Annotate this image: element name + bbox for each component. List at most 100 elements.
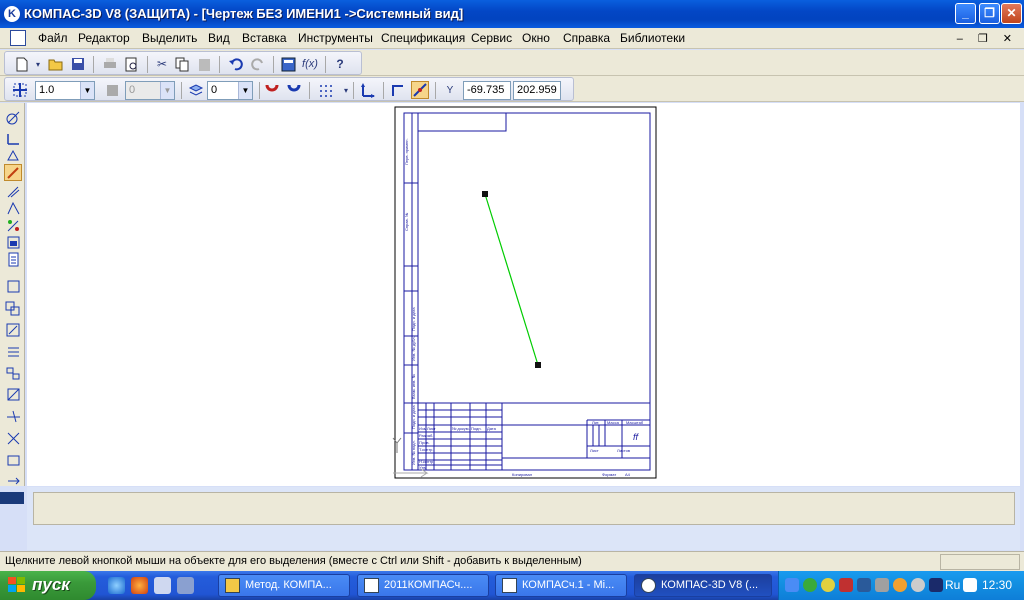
scale-combo[interactable]: 1.0 ▼ [35,81,95,100]
menu-view[interactable]: Вид [208,31,230,45]
print-preview-icon[interactable] [123,55,141,73]
paste-icon[interactable] [195,55,213,73]
quicklaunch-app-icon[interactable] [177,577,194,594]
task-button-active[interactable]: КОМПАС-3D V8 (... [634,574,772,597]
help-cursor-icon[interactable]: ? [331,55,349,73]
panel-toggle-icon[interactable] [0,492,24,504]
task-button[interactable]: 2011КОМПАСч.... [357,574,489,597]
mdi-window-controls[interactable]: ‒ ❐ ✕ [957,32,1018,45]
ie-quicklaunch-icon[interactable] [108,577,125,594]
macro-icon[interactable] [4,386,22,403]
specification-icon[interactable] [4,251,22,268]
symbols-icon[interactable] [4,147,22,164]
grid-icon[interactable] [317,81,335,99]
drawing-canvas[interactable]: Перв. примен. Справ. № Подп. и дата Инв.… [27,103,1020,486]
start-button[interactable]: пуск [0,571,96,600]
print-icon[interactable] [101,55,119,73]
variables-icon[interactable]: f(x) [301,55,319,73]
state-layer-icon[interactable] [103,81,121,99]
new-dropdown-icon[interactable]: ▾ [29,55,47,73]
document-menu-icon[interactable] [10,30,26,46]
task-button[interactable]: Метод. КОМПА... [218,574,350,597]
y-coordinate-field[interactable]: 202.959 [513,81,561,100]
redo-icon[interactable] [249,55,267,73]
chevron-down-icon[interactable]: ▼ [80,82,94,99]
copy-objects-icon[interactable] [4,300,22,317]
toolbar-separator [309,82,310,99]
local-cs-icon[interactable] [359,81,377,99]
menu-select[interactable]: Выделить [142,31,197,45]
tb-label-razrab: Разраб. [419,433,433,438]
x-coordinate-field[interactable]: -69.735 [463,81,511,100]
associative-views-icon[interactable] [4,234,22,251]
menu-specification[interactable]: Спецификация [381,31,465,45]
style-combo[interactable]: 0 ▼ [125,81,175,100]
close-button[interactable]: ✕ [1001,3,1022,24]
manager-icon[interactable] [279,55,297,73]
menu-help[interactable]: Справка [563,31,610,45]
tray-network-icon[interactable] [857,578,871,592]
kompas-app-icon[interactable]: K [4,6,20,22]
tray-antivirus-icon[interactable] [839,578,853,592]
firefox-quicklaunch-icon[interactable] [131,577,148,594]
snap-magnet-icon[interactable] [263,81,281,99]
ortho-mode-icon[interactable] [389,81,407,99]
menu-edit[interactable]: Редактор [78,31,130,45]
show-desktop-icon[interactable] [154,577,171,594]
tray-app-icon[interactable] [893,578,907,592]
copy-icon[interactable] [173,55,191,73]
dimensions-icon[interactable] [4,130,22,147]
layers-icon[interactable] [187,81,205,99]
grid-snap-icon[interactable] [11,81,29,99]
deform-icon[interactable] [4,452,22,469]
tray-app-icon[interactable] [803,578,817,592]
side-label: Инв. № дубл. [411,336,416,361]
save-icon[interactable] [69,55,87,73]
local-snap-magnet-icon[interactable] [285,81,303,99]
open-icon[interactable] [47,55,65,73]
start-label: пуск [32,575,70,594]
side-label: Справ. № [404,213,409,231]
reports-icon[interactable] [4,278,22,295]
measure-icon[interactable] [4,200,22,217]
menu-tools[interactable]: Инструменты [298,31,373,45]
break-icon[interactable] [4,430,22,447]
round-coords-icon[interactable] [411,81,429,99]
select-icon[interactable] [4,217,22,234]
scale-objects-icon[interactable] [4,322,22,339]
symmetry-icon[interactable] [4,344,22,361]
tray-app-icon[interactable] [875,578,889,592]
tb-label-podp: Подп. [471,426,482,431]
chevron-down-icon[interactable]: ▼ [160,82,174,99]
insert-fragment-icon[interactable] [4,365,22,382]
task-button[interactable]: КОМПАСч.1 - Mi... [495,574,627,597]
layer-combo[interactable]: 0 ▼ [207,81,253,100]
tray-app-icon[interactable] [821,578,835,592]
property-panel[interactable] [33,492,1015,525]
status-message: Щелкните левой кнопкой мыши на объекте д… [5,555,582,567]
tray-back-icon[interactable] [785,578,799,592]
menu-window[interactable]: Окно [522,31,550,45]
cut-icon[interactable]: ✂ [153,55,171,73]
edit-icon[interactable] [4,164,22,181]
parameterization-icon[interactable] [4,183,22,200]
undo-icon[interactable] [227,55,245,73]
tray-app-icon[interactable] [911,578,925,592]
chevron-down-icon[interactable]: ▼ [238,82,252,99]
tb-label-ndokum: № докум. [452,426,470,431]
menu-file[interactable]: Файл [38,31,68,45]
taskbar: пуск Метод. КОМПА... 2011КОМПАСч.... КОМ… [0,571,1024,600]
menu-service[interactable]: Сервис [471,31,512,45]
language-indicator[interactable]: Ru [945,578,960,592]
minimize-button[interactable]: _ [955,3,976,24]
menu-insert[interactable]: Вставка [242,31,287,45]
menu-libraries[interactable]: Библиотеки [620,31,685,45]
tray-app-icon[interactable] [929,578,943,592]
tb-label-listov: Листов [617,448,630,453]
geometry-icon[interactable] [4,109,22,126]
tb-label-utv: Утв. [419,465,427,470]
tray-app-icon[interactable] [963,578,977,592]
maximize-button[interactable]: ❐ [979,3,1000,24]
move-icon[interactable] [4,472,22,489]
trim-icon[interactable] [4,408,22,425]
